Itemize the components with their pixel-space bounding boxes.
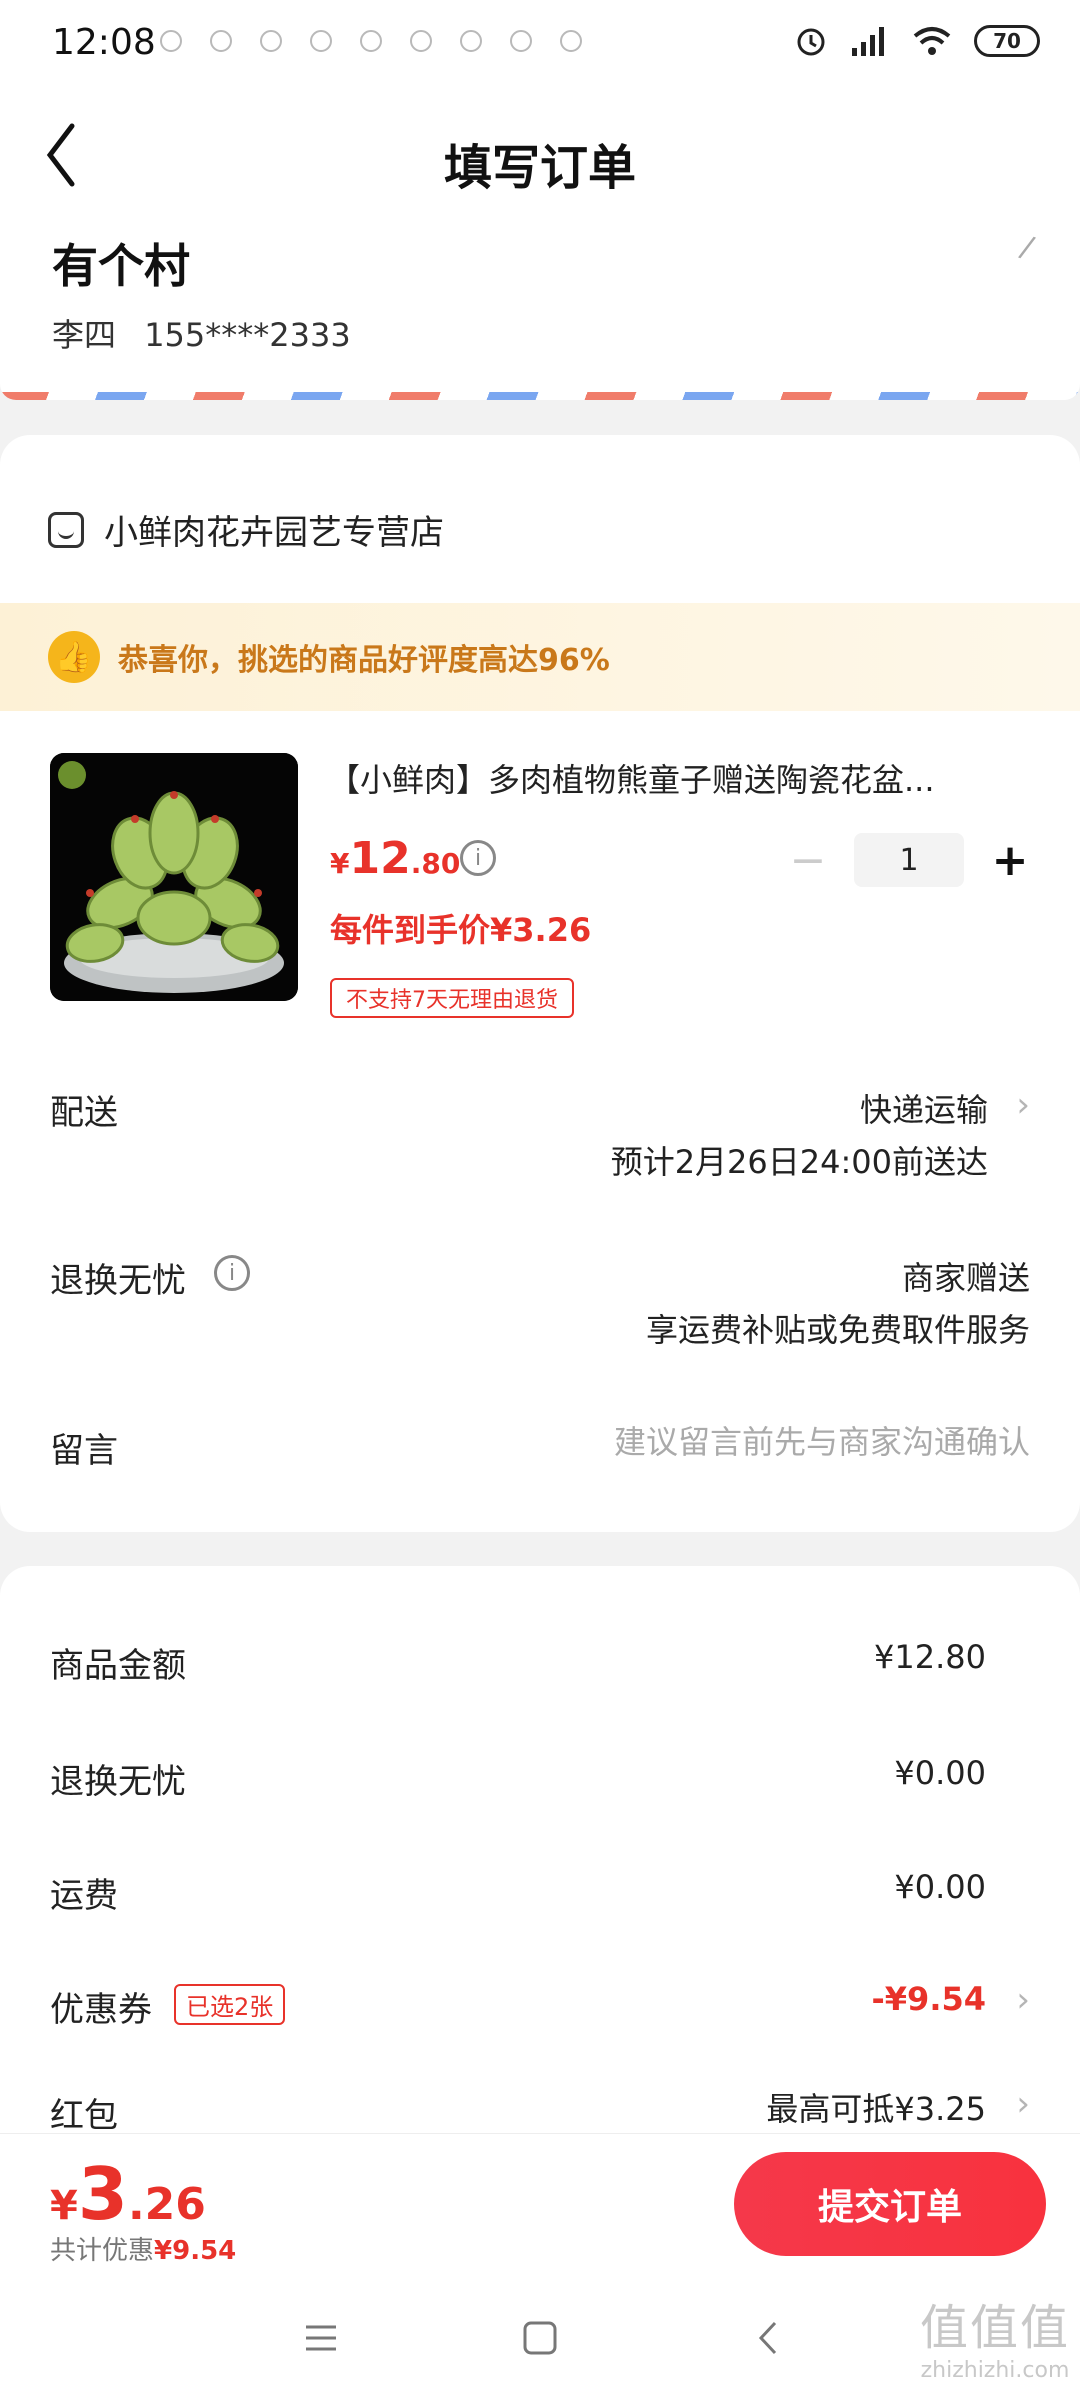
edit-icon[interactable]: / [1016, 229, 1037, 265]
unit-price: 每件到手价¥3.26 [330, 911, 592, 949]
notification-icon [560, 30, 582, 52]
signal-icon [852, 27, 884, 56]
info-icon[interactable]: i [460, 840, 496, 876]
notification-icon [510, 30, 532, 52]
system-back-button[interactable] [745, 2313, 795, 2363]
chevron-right-icon[interactable]: › [1016, 2084, 1030, 2124]
order-card: 小鲜肉花卉园艺专营店 👍 恭喜你，挑选的商品好评度高达96% 【小鲜肉】多肉植物… [0, 435, 1080, 1532]
notification-icon [460, 30, 482, 52]
airmail-border [0, 392, 1080, 400]
goods-amount: ¥12.80 [874, 1638, 986, 1676]
total-price: ¥3.26 [50, 2152, 206, 2236]
address-card[interactable]: 有个村 李四 155****2333 / [0, 220, 1080, 400]
total-currency: ¥ [50, 2183, 78, 2229]
notification-icon [410, 30, 432, 52]
status-bar: 12:08 70 [0, 0, 1080, 90]
product-price: ¥12.80 [330, 833, 460, 884]
saving-amount: ¥9.54 [154, 2236, 237, 2266]
store-icon [48, 511, 84, 548]
submit-order-button[interactable]: 提交订单 [734, 2152, 1046, 2256]
return-fee-label: 退换无忧 [50, 1762, 186, 1802]
praise-banner: 👍 恭喜你，挑选的商品好评度高达96% [0, 603, 1080, 711]
home-button[interactable] [515, 2313, 565, 2363]
back-icon [758, 2321, 777, 2355]
recipient-name: 李四 [52, 316, 117, 354]
thumbs-up-icon: 👍 [48, 631, 100, 683]
price-integer: 12 [349, 833, 411, 884]
status-time: 12:08 [52, 22, 156, 63]
price-currency: ¥ [330, 847, 350, 880]
remark-label: 留言 [50, 1431, 118, 1471]
shipping-fee: ¥0.00 [894, 1868, 986, 1906]
total-integer: 3 [77, 2152, 128, 2236]
menu-button[interactable] [296, 2313, 346, 2363]
address-name: 有个村 [52, 239, 190, 293]
system-nav-bar [0, 2273, 1080, 2400]
coupon-amount[interactable]: -¥9.54 [872, 1980, 987, 2018]
notification-icons [160, 30, 582, 52]
increase-button[interactable]: + [990, 835, 1030, 886]
decrease-button[interactable]: − [788, 835, 828, 886]
notification-icon [160, 30, 182, 52]
coupon-label: 优惠券 [50, 1990, 152, 2030]
store-row[interactable]: 小鲜肉花卉园艺专营店 [48, 505, 444, 554]
alarm-icon [797, 28, 825, 56]
notification-icon [210, 30, 232, 52]
praise-text: 恭喜你，挑选的商品好评度高达96% [118, 643, 610, 678]
notification-icon [360, 30, 382, 52]
total-decimal: .26 [127, 2179, 206, 2230]
price-decimal: .80 [410, 847, 461, 880]
succulent-image [50, 753, 298, 1001]
return-info-icon[interactable]: i [214, 1255, 250, 1291]
delivery-label: 配送 [50, 1093, 118, 1133]
return-fee: ¥0.00 [894, 1754, 986, 1792]
notification-icon [260, 30, 282, 52]
no-return-tag: 不支持7天无理由退货 [330, 978, 574, 1018]
status-right: 70 [794, 24, 1040, 58]
redpacket-label: 红包 [50, 2096, 118, 2136]
product-image[interactable] [50, 753, 298, 1001]
redpacket-value[interactable]: 最高可抵¥3.25 [766, 2084, 986, 2130]
product-title[interactable]: 【小鲜肉】多肉植物熊童子赠送陶瓷花盆... [328, 755, 1018, 801]
delivery-method[interactable]: 快递运输 [860, 1085, 988, 1131]
summary-card: 商品金额 ¥12.80 退换无忧 ¥0.00 运费 ¥0.00 优惠券 已选2张… [0, 1566, 1080, 2166]
page-title: 填写订单 [443, 140, 636, 196]
watermark-text: 值值值 [919, 2300, 1070, 2356]
battery-indicator: 70 [974, 25, 1040, 57]
return-value: 商家赠送 [901, 1259, 1030, 1297]
nav-bar: 填写订单 [0, 90, 1080, 230]
quantity-value[interactable]: 1 [854, 833, 964, 887]
chevron-right-icon[interactable]: › [1016, 1085, 1030, 1125]
notification-icon [310, 30, 332, 52]
home-icon [523, 2321, 557, 2355]
checkout-bar: ¥3.26 共计优惠¥9.54 提交订单 [0, 2133, 1080, 2273]
return-label: 退换无忧 [50, 1261, 186, 1301]
remark-input[interactable] [430, 1423, 1030, 1461]
store-name: 小鲜肉花卉园艺专营店 [104, 513, 444, 553]
quantity-stepper: − 1 + [788, 833, 1030, 887]
recipient-phone: 155****2333 [144, 316, 351, 354]
return-desc: 享运费补贴或免费取件服务 [645, 1311, 1030, 1349]
wifi-icon [913, 27, 951, 55]
watermark-logo: 值值值 zhizhizhi.com [920, 2300, 1070, 2384]
goods-amount-label: 商品金额 [50, 1646, 186, 1686]
saving-label: 共计优惠 [50, 2236, 155, 2266]
total-saving: 共计优惠¥9.54 [50, 2230, 236, 2267]
menu-icon [306, 2325, 336, 2351]
coupon-tag: 已选2张 [174, 1984, 286, 2025]
shipping-label: 运费 [50, 1876, 118, 1916]
address-contact: 李四 155****2333 [52, 310, 351, 356]
chevron-right-icon[interactable]: › [1016, 1980, 1030, 2020]
watermark-domain: zhizhizhi.com [920, 2357, 1070, 2383]
delivery-eta: 预计2月26日24:00前送达 [610, 1143, 988, 1181]
